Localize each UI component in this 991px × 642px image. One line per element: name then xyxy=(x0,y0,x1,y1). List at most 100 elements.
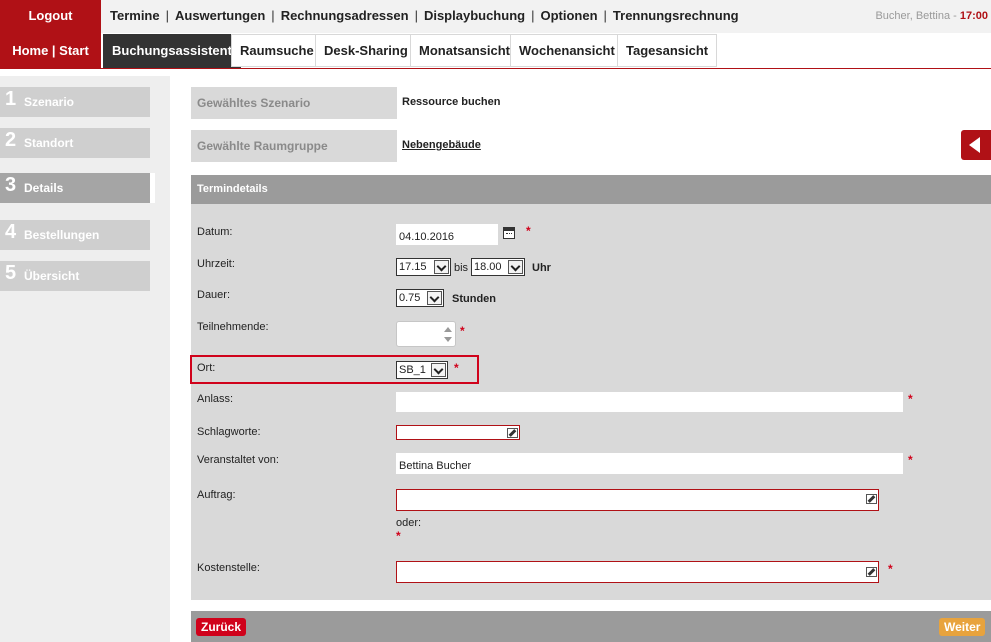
spin-down-icon[interactable] xyxy=(444,337,452,342)
step-number: 5 xyxy=(5,262,17,284)
menu-separator: | xyxy=(603,8,607,23)
user-info: Bucher, Bettina - 17:00 xyxy=(875,0,988,32)
edit-icon[interactable] xyxy=(507,428,518,438)
menu-item-displaybuchung[interactable]: Displaybuchung xyxy=(424,8,525,23)
uhrzeit-unit: Uhr xyxy=(532,262,551,274)
selected-scenario-row: Gewähltes Szenario Ressource buchen xyxy=(191,87,991,119)
top-menu: Termine | Auswertungen | Rechnungsadressen | D… xyxy=(110,0,739,33)
step-number: 1 xyxy=(5,88,17,110)
chevron-down-icon xyxy=(431,363,446,377)
dauer-select[interactable]: 0.75 xyxy=(396,289,444,307)
uhrzeit-from-select[interactable]: 17.15 xyxy=(396,258,451,276)
step-label: Standort xyxy=(24,136,74,150)
calendar-icon[interactable] xyxy=(503,227,515,239)
selected-roomgroup-row: Gewählte Raumgruppe Nebengebäude xyxy=(191,130,991,162)
step-number: 3 xyxy=(5,174,17,196)
step-details[interactable]: 3 Details xyxy=(0,173,155,203)
datum-label: Datum: xyxy=(197,226,233,238)
teilnehmende-required-mark: * xyxy=(460,324,465,338)
spin-up-icon[interactable] xyxy=(444,327,452,332)
tab-wochenansicht[interactable]: Wochenansicht xyxy=(510,34,624,67)
auftrag-input[interactable] xyxy=(396,489,879,511)
tab-tagesansicht[interactable]: Tagesansicht xyxy=(617,34,718,67)
edit-icon[interactable] xyxy=(866,567,877,577)
menu-separator: | xyxy=(531,8,535,23)
chevron-down-icon xyxy=(427,291,442,305)
kostenstelle-label: Kostenstelle: xyxy=(197,562,260,574)
step-label: Übersicht xyxy=(24,269,80,283)
ort-select[interactable]: SB_1 xyxy=(396,361,448,379)
step-standort[interactable]: 2 Standort xyxy=(0,128,150,158)
back-arrow-icon[interactable] xyxy=(961,130,991,160)
step-label: Bestellungen xyxy=(24,228,100,242)
menu-item-optionen[interactable]: Optionen xyxy=(540,8,597,23)
anlass-required-mark: * xyxy=(908,392,913,406)
termindetails-header: Termindetails xyxy=(191,175,991,204)
kostenstelle-input[interactable] xyxy=(396,561,879,583)
tab-monatsansicht[interactable]: Monatsansicht xyxy=(410,34,520,67)
step-label: Szenario xyxy=(24,95,75,109)
teilnehmende-label: Teilnehmende: xyxy=(197,321,269,333)
termindetails-title: Termindetails xyxy=(197,183,268,195)
back-button[interactable]: Zurück xyxy=(196,618,247,636)
ort-required-mark: * xyxy=(454,361,459,375)
kostenstelle-required-mark: * xyxy=(888,562,893,576)
datum-input[interactable] xyxy=(396,224,498,245)
step-bestellungen[interactable]: 4 Bestellungen xyxy=(0,220,150,250)
menu-separator: | xyxy=(165,8,169,23)
veranstaltet-input[interactable] xyxy=(396,453,903,474)
tab-buchungsassistent[interactable]: Buchungsassistent xyxy=(103,34,241,68)
veranstaltet-required-mark: * xyxy=(908,453,913,467)
tab-desk-sharing[interactable]: Desk-Sharing xyxy=(315,34,417,67)
menu-separator: | xyxy=(271,8,275,23)
teilnehmende-spinner-buttons[interactable] xyxy=(440,322,455,346)
next-button[interactable]: Weiter xyxy=(939,618,986,636)
selected-roomgroup-value-box: Nebengebäude xyxy=(397,130,991,162)
step-uebersicht[interactable]: 5 Übersicht xyxy=(0,261,150,291)
wizard-sidebar: 1 Szenario 2 Standort 3 Details 4 Bestel… xyxy=(0,76,170,642)
logout-button[interactable]: Logout xyxy=(0,0,101,33)
datum-required-mark: * xyxy=(526,224,531,238)
menu-item-rechnungsadressen[interactable]: Rechnungsadressen xyxy=(281,8,409,23)
uhrzeit-from-value: 17.15 xyxy=(399,261,427,273)
dauer-unit: Stunden xyxy=(452,293,496,305)
selected-scenario-value: Ressource buchen xyxy=(402,96,501,108)
menu-item-trennungsrechnung[interactable]: Trennungsrechnung xyxy=(613,8,739,23)
wizard-footer xyxy=(191,611,991,642)
tab-raumsuche[interactable]: Raumsuche xyxy=(231,34,323,67)
current-time: 17:00 xyxy=(959,10,988,22)
uhrzeit-to-select[interactable]: 18.00 xyxy=(471,258,525,276)
auftrag-label: Auftrag: xyxy=(197,489,236,501)
edit-icon[interactable] xyxy=(866,494,877,504)
tab-home-start[interactable]: Home | Start xyxy=(0,33,101,68)
tab-bar: Home | Start Buchungsassistent Raumsuche… xyxy=(0,33,991,69)
ort-value: SB_1 xyxy=(399,364,426,376)
auftrag-required-mark: * xyxy=(396,529,401,543)
anlass-input[interactable] xyxy=(396,392,903,412)
selected-scenario-value-box: Ressource buchen xyxy=(397,87,991,119)
menu-separator: | xyxy=(414,8,418,23)
chevron-down-icon xyxy=(434,260,449,274)
veranstaltet-label: Veranstaltet von: xyxy=(197,454,279,466)
uhrzeit-to-value: 18.00 xyxy=(474,261,502,273)
selected-scenario-label: Gewähltes Szenario xyxy=(197,96,311,110)
top-bar: Logout Termine | Auswertungen | Rechnungsadr… xyxy=(0,0,991,33)
step-number: 2 xyxy=(5,129,17,151)
uhrzeit-bis-label: bis xyxy=(454,262,469,274)
step-number: 4 xyxy=(5,221,17,243)
dauer-label: Dauer: xyxy=(197,289,231,301)
selected-roomgroup-link[interactable]: Nebengebäude xyxy=(402,139,481,151)
schlagworte-input[interactable] xyxy=(396,425,520,440)
oder-label: oder: xyxy=(396,517,422,529)
menu-item-auswertungen[interactable]: Auswertungen xyxy=(175,8,265,23)
uhrzeit-label: Uhrzeit: xyxy=(197,258,235,270)
user-name: Bucher, Bettina xyxy=(875,10,951,22)
selected-roomgroup-label: Gewählte Raumgruppe xyxy=(197,139,328,153)
step-label: Details xyxy=(24,181,64,195)
menu-item-termine[interactable]: Termine xyxy=(110,8,160,23)
dauer-value: 0.75 xyxy=(399,292,421,304)
schlagworte-label: Schlagworte: xyxy=(197,426,261,438)
step-szenario[interactable]: 1 Szenario xyxy=(0,87,150,117)
user-time-separator: - xyxy=(950,10,960,22)
anlass-label: Anlass: xyxy=(197,393,234,405)
